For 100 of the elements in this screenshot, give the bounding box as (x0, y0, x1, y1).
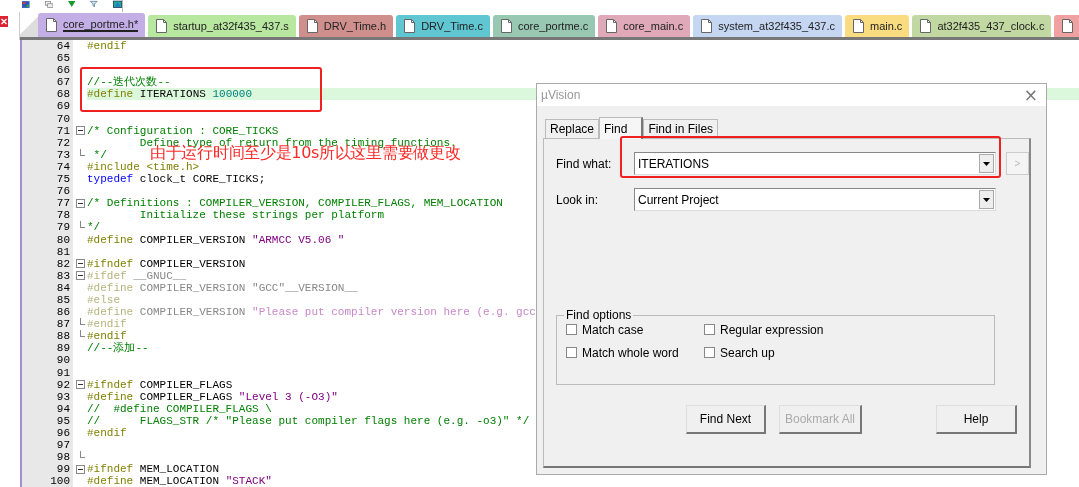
file-tab[interactable]: main.c (844, 15, 910, 37)
dropdown-arrow-icon[interactable] (983, 197, 990, 202)
code-line: Initialize these strings per platform (138, 209, 385, 222)
checkbox[interactable] (704, 324, 715, 335)
option-label: Match case (582, 322, 644, 337)
dropdown-field[interactable]: Current Project (634, 188, 996, 211)
file-tab[interactable]: startup_at32f435_437.s (148, 15, 296, 37)
file-tab[interactable]: DRV_Time.c (396, 15, 490, 37)
tab-bar-corner (20, 15, 38, 37)
line-number: 98 (22, 451, 73, 464)
filter-icon[interactable] (90, 0, 98, 8)
collapse-icon[interactable] (76, 126, 85, 136)
code-line: #define COMPILER_VERSION "Please put compiler version here (e.g. gcc (87, 306, 536, 319)
line-number: 79 (22, 221, 73, 234)
code-line: #define MEM_LOCATION "STACK" (87, 475, 272, 487)
close-button[interactable]: × (1023, 86, 1038, 104)
code-line: #endif (87, 330, 127, 343)
code-line: //--迭代次数-- (87, 76, 171, 89)
group-title: Find options (565, 308, 633, 322)
code-line: #ifdef __GNUC__ (87, 269, 187, 282)
document-icon (852, 19, 864, 33)
code-line: // #define COMPILER_FLAGS \ (87, 402, 272, 415)
line-number: 65 (22, 52, 73, 65)
code-line: /* Definitions : COMPILER_VERSION, COMPILER_FLAGS, MEM_LOCATION (87, 197, 503, 210)
code-line: // FLAGS_STR /* "Please put compiler flags here (e.g. -o3)" */ (87, 414, 530, 427)
line-number: 97 (22, 439, 73, 452)
collapse-icon[interactable] (76, 259, 85, 269)
code-line: #endif (87, 40, 127, 52)
document-icon (306, 19, 318, 33)
file-tab[interactable]: DRV_Time.h (298, 15, 394, 37)
option-label: Search up (720, 345, 775, 360)
document-icon (404, 19, 416, 33)
file-tab[interactable]: at32f435_437_clock.c (912, 15, 1052, 37)
grid-icon[interactable] (22, 0, 30, 9)
field-label: Look in: (556, 192, 600, 207)
document-icon (701, 19, 713, 33)
code-line: #ifndef MEM_LOCATION (87, 463, 220, 476)
code-line: #define COMPILER_FLAGS "Level 3 (-O3)" (87, 390, 338, 403)
option-label: Match whole word (582, 345, 679, 360)
code-line: /* Configuration : CORE_TICKS (87, 124, 279, 137)
field-label: Find what: (556, 156, 613, 171)
dialog-tab[interactable]: Find (599, 117, 644, 139)
file-tab[interactable]: core_main.c (598, 15, 691, 37)
line-number: 88 (22, 330, 73, 343)
line-number: 86 (22, 306, 73, 319)
code-line: typedef clock_t CORE_TICKS; (87, 173, 266, 186)
dropdown-field[interactable]: ITERATIONS (634, 152, 996, 175)
checkbox[interactable] (566, 347, 577, 358)
file-tab[interactable]: system_at32f435_437.c (693, 15, 842, 37)
dialog-button[interactable]: Help (936, 405, 1017, 434)
code-line: #endif (87, 427, 127, 439)
line-number: 76 (22, 185, 73, 198)
line-number: 68 (22, 88, 73, 101)
file-tab[interactable]: core_portme.h* (38, 13, 146, 37)
line-number: 77 (22, 197, 73, 210)
line-number: 87 (22, 318, 73, 331)
collapse-icon[interactable] (76, 271, 85, 281)
document-icon (46, 18, 57, 32)
collapse-icon[interactable] (76, 380, 85, 390)
document-icon (156, 19, 168, 33)
file-tab[interactable] (1054, 15, 1079, 37)
line-number: 66 (22, 64, 73, 77)
code-line: */ (87, 221, 101, 234)
code-line: //--添加-- (87, 342, 149, 355)
code-line: #ifndef COMPILER_FLAGS (87, 378, 233, 391)
code-line: #include <time.h> (87, 160, 200, 173)
line-number: 100 (22, 475, 73, 487)
checkbox[interactable] (566, 324, 577, 335)
code-line: #define COMPILER_VERSION "ARMCC V5.06 " (87, 233, 345, 246)
code-line: */ (92, 148, 107, 161)
code-line: #ifndef COMPILER_VERSION (87, 257, 246, 270)
option-label: Regular expression (720, 322, 824, 337)
code-line: #define ITERATIONS 100000 (87, 88, 253, 101)
line-number: 89 (22, 342, 73, 355)
document-icon (500, 19, 512, 33)
line-number: 78 (22, 209, 73, 222)
image-icon[interactable] (112, 0, 122, 9)
dialog-title: µVision (541, 88, 581, 102)
document-icon (920, 19, 932, 33)
line-number: 69 (22, 100, 73, 113)
line-number: 96 (22, 427, 73, 440)
collapse-icon[interactable] (76, 464, 85, 474)
close-icon[interactable] (0, 16, 8, 27)
checkbox[interactable] (704, 347, 715, 358)
document-icon (606, 19, 618, 33)
line-number: 75 (22, 173, 73, 186)
dialog-button[interactable]: Find Next (686, 405, 766, 434)
code-line: #endif (87, 318, 127, 331)
document-icon (1062, 19, 1074, 33)
line-number: 64 (22, 40, 73, 53)
line-number: 99 (22, 463, 73, 476)
collapse-icon[interactable] (76, 198, 85, 208)
code-line: #else (87, 293, 120, 306)
file-tab[interactable]: core_portme.c (492, 15, 596, 37)
line-number: 67 (22, 76, 73, 89)
line-number: 90 (22, 354, 73, 367)
code-line: #define COMPILER_VERSION "GCC"__VERSION__ (87, 281, 358, 294)
dropdown-arrow-icon[interactable] (983, 161, 990, 166)
dialog-tab[interactable]: Replace (545, 119, 600, 138)
windows-icon[interactable] (44, 0, 53, 9)
